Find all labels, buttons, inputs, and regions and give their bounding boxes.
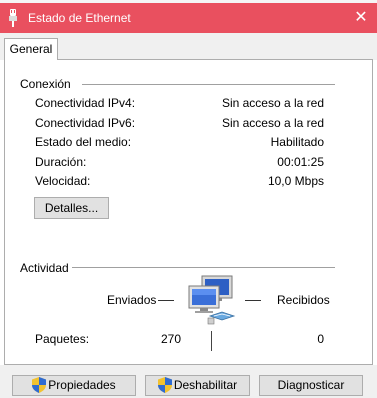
properties-label: Propiedades xyxy=(48,378,116,392)
sent-label: Enviados xyxy=(107,293,157,307)
disable-label: Deshabilitar xyxy=(173,378,238,392)
duration-label: Duración: xyxy=(35,155,87,169)
activity-separator xyxy=(211,331,212,351)
activity-divider xyxy=(72,267,335,268)
close-button[interactable]: ✕ xyxy=(345,3,377,33)
media-state-value: Habilitado xyxy=(270,135,324,149)
connection-divider xyxy=(82,84,335,85)
sent-dash xyxy=(158,300,174,301)
details-button[interactable]: Detalles... xyxy=(34,197,109,219)
packets-label: Paquetes: xyxy=(35,332,90,346)
diagnose-button[interactable]: Diagnosticar xyxy=(259,375,363,396)
uac-shield-icon xyxy=(157,376,172,393)
ethernet-plug-icon xyxy=(9,9,17,27)
packets-sent-value: 270 xyxy=(160,332,181,346)
speed-value: 10,0 Mbps xyxy=(267,174,324,188)
properties-button[interactable]: Propiedades xyxy=(12,375,136,396)
received-dash xyxy=(245,300,261,301)
window-title: Estado de Ethernet xyxy=(28,11,131,25)
speed-label: Velocidad: xyxy=(35,174,91,188)
activity-heading: Actividad xyxy=(20,261,69,275)
close-icon: ✕ xyxy=(354,9,368,26)
packets-received-value: 0 xyxy=(317,332,324,346)
title-bar: Estado de Ethernet ✕ xyxy=(0,3,377,33)
ipv4-value: Sin acceso a la red xyxy=(221,96,324,110)
network-computers-icon xyxy=(188,275,236,325)
uac-shield-icon xyxy=(32,376,47,393)
duration-value: 00:01:25 xyxy=(277,155,324,169)
media-state-label: Estado del medio: xyxy=(35,135,132,149)
received-label: Recibidos xyxy=(277,293,330,307)
disable-button[interactable]: Deshabilitar xyxy=(145,375,250,396)
tab-general[interactable]: General xyxy=(4,38,58,60)
connection-heading: Conexión xyxy=(20,77,71,91)
ipv4-label: Conectividad IPv4: xyxy=(35,96,136,110)
ipv6-label: Conectividad IPv6: xyxy=(35,116,136,130)
ipv6-value: Sin acceso a la red xyxy=(221,116,324,130)
